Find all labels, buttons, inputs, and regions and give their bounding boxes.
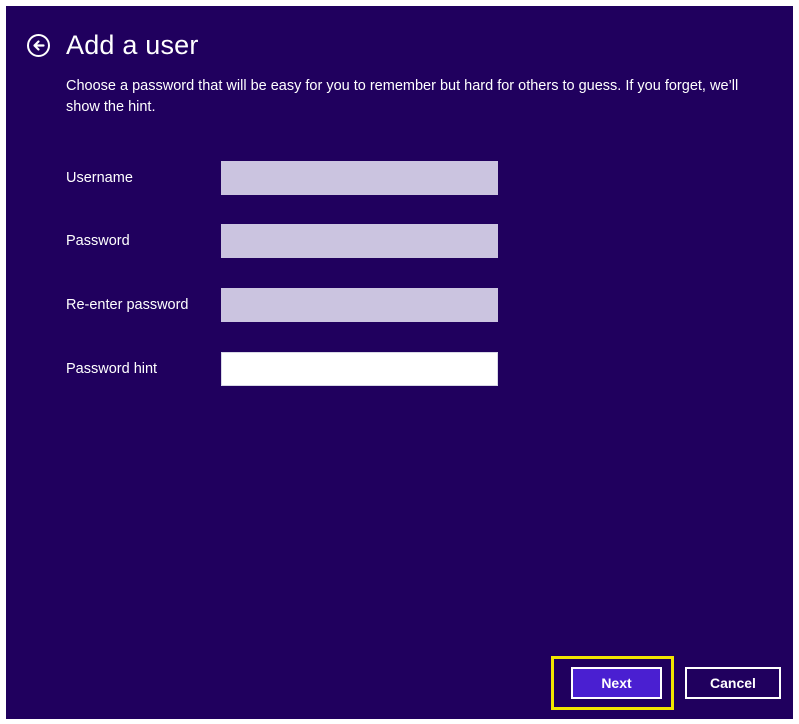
password-hint-row: Password hint (66, 352, 506, 386)
username-field[interactable] (221, 161, 498, 195)
reenter-password-label: Re-enter password (66, 297, 189, 313)
password-label: Password (66, 233, 130, 249)
username-row: Username (66, 161, 506, 195)
password-hint-label: Password hint (66, 361, 158, 377)
reenter-password-field[interactable] (221, 288, 498, 322)
add-user-dialog: Add a user Choose a password that will b… (6, 6, 793, 719)
header: Add a user (27, 32, 199, 59)
next-button[interactable]: Next (571, 667, 662, 699)
back-arrow-icon (32, 39, 45, 52)
password-field[interactable] (221, 224, 498, 258)
page-title: Add a user (66, 30, 199, 60)
back-button[interactable] (27, 34, 50, 57)
password-hint-field[interactable] (221, 352, 498, 386)
reenter-password-row: Re-enter password (66, 288, 506, 322)
cancel-button[interactable]: Cancel (685, 667, 781, 699)
instruction-text: Choose a password that will be easy for … (66, 78, 739, 115)
username-label: Username (66, 170, 133, 186)
password-row: Password (66, 224, 506, 258)
